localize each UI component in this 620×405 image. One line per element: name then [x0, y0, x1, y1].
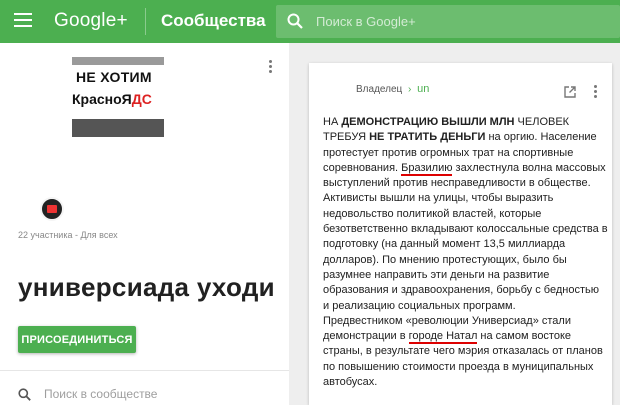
community-more-options-icon[interactable]: [266, 60, 274, 76]
community-name: универсиада уходи: [18, 272, 275, 302]
menu-icon[interactable]: [14, 13, 32, 29]
cover-bottom: [72, 119, 164, 137]
global-search-input[interactable]: [316, 11, 606, 32]
highlight-brazil: Бразилию: [401, 161, 453, 176]
search-icon: [287, 13, 303, 29]
cover-sign-line2: КрасноЯДС: [72, 91, 152, 107]
community-search-input[interactable]: [44, 385, 274, 403]
community-panel: НЕ ХОТИМ КрасноЯДС 22 участника - Для вс…: [0, 43, 289, 405]
top-app-bar: Google+ Сообщества: [0, 0, 620, 43]
post-card: Владелец › un НА ДЕМОНСТРАЦИЮ ВЫШЛИ МЛН …: [309, 63, 612, 405]
post-category-link[interactable]: un: [417, 83, 429, 95]
chevron-right-icon: ›: [408, 84, 412, 95]
community-cover-image: НЕ ХОТИМ КрасноЯДС: [72, 57, 164, 137]
highlight-natal: городе Натал: [408, 330, 478, 345]
post-body: НА ДЕМОНСТРАЦИЮ ВЫШЛИ МЛН ЧЕЛОВЕК ТРЕБУЯ…: [323, 115, 608, 390]
open-in-new-icon[interactable]: [564, 86, 576, 98]
google-plus-logo[interactable]: Google+: [54, 10, 128, 32]
join-community-button[interactable]: ПРИСОЕДИНИТЬСЯ: [18, 326, 136, 353]
search-icon: [18, 388, 31, 401]
post-paragraph-2: Предвестником «революции Универсиад» ста…: [323, 314, 603, 389]
members-meta[interactable]: 22 участника - Для всех: [18, 230, 118, 240]
topbar-divider: [145, 8, 146, 35]
community-avatar[interactable]: [40, 197, 64, 221]
panel-divider: [0, 370, 289, 371]
post-more-options-icon[interactable]: [591, 85, 599, 101]
section-title: Сообщества: [161, 11, 266, 30]
owner-label[interactable]: Владелец: [356, 84, 402, 95]
post-paragraph-1: НА ДЕМОНСТРАЦИЮ ВЫШЛИ МЛН ЧЕЛОВЕК ТРЕБУЯ…: [323, 116, 608, 312]
cover-sign-line1: НЕ ХОТИМ: [76, 69, 152, 85]
post-header: Владелец › un: [356, 83, 429, 95]
global-search[interactable]: [276, 5, 620, 38]
